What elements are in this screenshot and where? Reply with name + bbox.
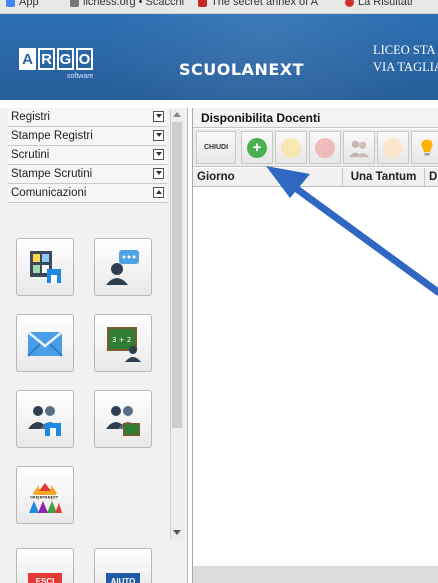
column-una-tantum[interactable]: Una Tantum bbox=[343, 168, 425, 187]
bookmark-secret-annex[interactable]: The secret annex of A bbox=[198, 0, 318, 8]
sidebar-scroll-thumb[interactable] bbox=[172, 122, 182, 428]
table-header: Giorno Una Tantum D bbox=[193, 168, 438, 187]
bookmark-lichess[interactable]: lichess.org • Scacchi bbox=[70, 0, 184, 8]
scroll-up-icon[interactable] bbox=[173, 112, 181, 117]
collapse-toggle-icon[interactable] bbox=[153, 187, 164, 198]
group-board-icon bbox=[106, 406, 140, 436]
app-header: A R G O software SCUOLANEXT LICEO STA VI… bbox=[0, 14, 438, 100]
main-panel: Disponibilita Docenti CHIUDI + Giorno Un… bbox=[192, 108, 438, 583]
sidebar-item-comunicazioni[interactable]: Comunicazioni bbox=[8, 184, 167, 203]
expand-toggle-icon[interactable] bbox=[153, 111, 164, 122]
lightbulb-icon bbox=[421, 139, 433, 155]
close-button[interactable]: CHIUDI bbox=[196, 131, 236, 164]
lichess-icon bbox=[70, 0, 79, 7]
bacheca-button[interactable] bbox=[16, 238, 74, 296]
bookmarks-bar: App lichess.org • Scacchi The secret ann… bbox=[0, 0, 438, 14]
help-button[interactable]: AIUTO bbox=[94, 548, 152, 583]
add-button[interactable]: + bbox=[241, 131, 273, 164]
mail-button[interactable] bbox=[16, 314, 74, 372]
group-board-button[interactable] bbox=[94, 390, 152, 448]
argo-logo: A R G O bbox=[19, 48, 93, 70]
panel-title: Disponibilita Docenti bbox=[193, 108, 438, 128]
bacheca-icon bbox=[30, 251, 61, 283]
trash-icon bbox=[315, 137, 335, 158]
bookmark-app[interactable]: App bbox=[6, 0, 39, 8]
horizontal-scrollbar[interactable] bbox=[193, 566, 438, 583]
orientanext-button[interactable]: ORIENTANEXT bbox=[16, 466, 74, 524]
delete-button bbox=[309, 131, 341, 164]
scroll-down-icon[interactable] bbox=[173, 530, 181, 535]
expand-toggle-icon[interactable] bbox=[153, 168, 164, 179]
sidebar-item-stampe-registri[interactable]: Stampe Registri bbox=[8, 127, 167, 146]
group-building-icon bbox=[28, 406, 61, 436]
lezione-button[interactable]: 3 + 2 bbox=[94, 314, 152, 372]
column-d[interactable]: D bbox=[425, 168, 438, 187]
edit-icon bbox=[281, 137, 301, 158]
bookmark-circle-icon bbox=[345, 0, 354, 7]
bookmark-risultati[interactable]: La Risultati bbox=[345, 0, 412, 8]
bookmark-red-icon bbox=[198, 0, 207, 7]
group-building-button[interactable] bbox=[16, 390, 74, 448]
sidebar-item-registri[interactable]: Registri bbox=[8, 108, 167, 127]
orientanext-icon: ORIENTANEXT bbox=[29, 483, 62, 513]
envelope-icon bbox=[27, 331, 63, 357]
speech-person-icon bbox=[106, 250, 139, 285]
apps-icon bbox=[6, 0, 15, 7]
users-button bbox=[343, 131, 375, 164]
expand-toggle-icon[interactable] bbox=[153, 149, 164, 160]
svg-text:3 + 2: 3 + 2 bbox=[112, 336, 131, 344]
svg-text:ORIENTANEXT: ORIENTANEXT bbox=[30, 496, 59, 500]
logo-subtitle: software bbox=[67, 73, 94, 80]
info-button bbox=[377, 131, 409, 164]
brand-title: SCUOLANEXT bbox=[179, 60, 305, 79]
info-icon bbox=[383, 137, 403, 158]
edit-button bbox=[275, 131, 307, 164]
suggestion-button[interactable] bbox=[411, 131, 438, 164]
messages-button[interactable] bbox=[94, 238, 152, 296]
toolbar: CHIUDI + bbox=[193, 129, 438, 167]
column-giorno[interactable]: Giorno bbox=[193, 168, 343, 187]
sidebar-item-scrutini[interactable]: Scrutini bbox=[8, 146, 167, 165]
users-icon bbox=[348, 140, 370, 157]
exit-button[interactable]: ESCI bbox=[16, 548, 74, 583]
plus-icon: + bbox=[247, 137, 267, 158]
school-name: LICEO STA VIA TAGLIA bbox=[373, 43, 438, 74]
blackboard-teacher-icon: 3 + 2 bbox=[107, 327, 141, 362]
sidebar-item-stampe-scrutini[interactable]: Stampe Scrutini bbox=[8, 165, 167, 184]
expand-toggle-icon[interactable] bbox=[153, 130, 164, 141]
